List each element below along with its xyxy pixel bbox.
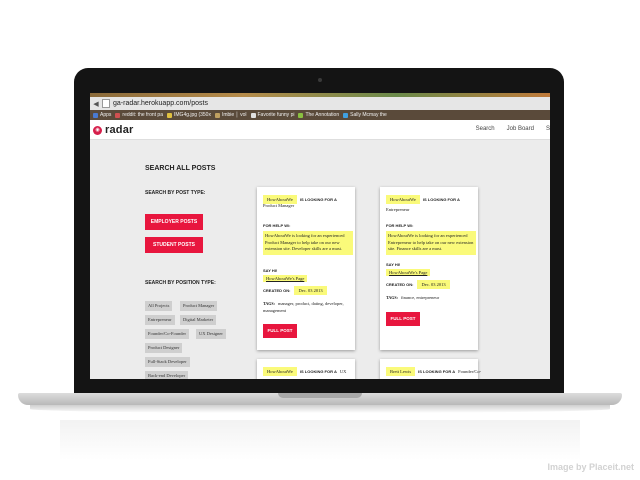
card-header-line: HowAboutWe IS LOOKING FOR A UX: [263, 367, 346, 376]
page-icon: [250, 112, 256, 118]
company-name[interactable]: HowAboutWe: [263, 367, 297, 376]
company-name[interactable]: HowAboutWe: [386, 195, 420, 204]
say-hi-label: SAY HI!: [263, 268, 278, 273]
post-card: HowAboutWe IS LOOKING FOR A Product Mana…: [257, 187, 355, 350]
post-type-heading: SEARCH BY POST TYPE:: [145, 190, 206, 196]
camera-icon: [318, 78, 322, 82]
tag-back-end[interactable]: Back-end Developer: [145, 371, 189, 379]
tag-founder[interactable]: Founder/Co-Founder: [145, 329, 189, 339]
tag-all-projects[interactable]: All Projects: [145, 301, 173, 311]
site-header: ◉ radar Search Job Board S: [90, 120, 550, 140]
page-icon: [102, 99, 110, 108]
page-icon: [343, 112, 349, 118]
position-name: Product Manager: [263, 203, 295, 208]
looking-for-label: IS LOOKING FOR A: [422, 197, 460, 202]
page-icon: [214, 112, 220, 118]
for-help-label: FOR HELP W/:: [263, 223, 291, 228]
card-header-line: Brett Lewis IS LOOKING FOR A Founder/Co-: [386, 367, 481, 376]
laptop-shadow: [30, 405, 610, 413]
student-posts-button[interactable]: STUDENT POSTS: [145, 237, 203, 253]
post-card: Brett Lewis IS LOOKING FOR A Founder/Co-: [380, 359, 481, 379]
position-name: UX: [339, 369, 347, 374]
tags-label: TAGS:: [386, 295, 398, 300]
employer-posts-button[interactable]: EMPLOYER POSTS: [145, 214, 203, 230]
tag-digital-marketer[interactable]: Digital Marketer: [180, 315, 217, 325]
created-on: CREATED ON: Dec. 03 2013: [263, 286, 327, 295]
post-description: HowAboutWe is looking for an experienced…: [386, 231, 476, 255]
bookmark-item[interactable]: Imbie │ vol: [214, 112, 247, 118]
created-on: CREATED ON: Dec. 03 2013: [386, 280, 450, 289]
reddit-icon: [115, 112, 121, 118]
apps-icon: [93, 112, 98, 118]
laptop-notch: [278, 393, 362, 398]
image-icon: [167, 112, 172, 118]
for-help-label: FOR HELP W/:: [386, 223, 414, 228]
radar-logo-icon: ◉: [93, 125, 102, 135]
looking-for-label: IS LOOKING FOR A: [299, 369, 337, 374]
laptop-reflection: [60, 420, 580, 460]
full-post-button[interactable]: FULL POST: [386, 312, 420, 326]
company-name[interactable]: Brett Lewis: [386, 367, 416, 376]
company-page-link[interactable]: HowAboutWe's Page: [263, 275, 308, 282]
say-hi-label: SAY HI!: [386, 262, 401, 267]
looking-for-label: IS LOOKING FOR A: [418, 369, 456, 374]
bookmark-item[interactable]: IMG4g.jpg (350x: [167, 112, 211, 118]
tags-label: TAGS:: [263, 301, 275, 306]
logo-text: radar: [105, 124, 134, 136]
created-date: Dec. 03 2013: [417, 280, 450, 289]
post-tags: TAGS: manager, product, dating, developer…: [263, 301, 351, 314]
created-label: CREATED ON:: [263, 288, 291, 293]
created-label: CREATED ON:: [386, 282, 414, 287]
looking-for-label: IS LOOKING FOR A: [299, 197, 337, 202]
nav-more[interactable]: S: [546, 126, 550, 132]
post-card: HowAboutWe IS LOOKING FOR A Entrepreneur…: [380, 187, 478, 350]
address-bar[interactable]: ◀ ga-radar.herokuapp.com/posts: [90, 97, 550, 110]
page-icon: [298, 112, 304, 118]
bookmark-item[interactable]: Favorite funny pi: [250, 112, 294, 118]
tags-list: manager, product, dating, developer, man…: [263, 301, 344, 313]
position-type-heading: SEARCH BY POSITION TYPE:: [145, 280, 216, 286]
bookmark-item[interactable]: Sally Mcmay the: [343, 112, 387, 118]
bookmark-item[interactable]: reddit: the front pa: [115, 112, 163, 118]
nav-job-board[interactable]: Job Board: [507, 126, 534, 132]
post-card: HowAboutWe IS LOOKING FOR A UX: [257, 359, 355, 379]
nav-search[interactable]: Search: [476, 126, 495, 132]
bookmark-item[interactable]: The Annotation: [298, 112, 339, 118]
tag-ux-designer[interactable]: UX Designer: [196, 329, 226, 339]
tags-list: finance, entrepreneur: [400, 295, 440, 300]
bookmark-item[interactable]: Apps: [93, 112, 111, 118]
bookmarks-bar: Apps reddit: the front pa IMG4g.jpg (350…: [90, 110, 550, 120]
tag-entrepreneur[interactable]: Entrepreneur: [145, 315, 175, 325]
position-name: Founder/Co-: [458, 369, 482, 374]
tag-product-designer[interactable]: Product Designer: [145, 343, 183, 353]
logo[interactable]: ◉ radar: [93, 124, 134, 136]
main-nav: Search Job Board S: [476, 126, 550, 132]
watermark: Image by Placeit.net: [547, 462, 634, 472]
position-name: Entrepreneur: [386, 207, 410, 212]
url-text[interactable]: ga-radar.herokuapp.com/posts: [113, 100, 208, 107]
back-arrow-icon[interactable]: ◀: [90, 100, 102, 108]
tag-product-manager[interactable]: Product Manager: [180, 301, 218, 311]
company-page-link[interactable]: HowAboutWe's Page: [386, 269, 431, 276]
screen: ◀ ga-radar.herokuapp.com/posts Apps redd…: [90, 93, 550, 379]
full-post-button[interactable]: FULL POST: [263, 324, 297, 338]
sidebar-title: SEARCH ALL POSTS: [145, 165, 216, 172]
created-date: Dec. 03 2013: [294, 286, 327, 295]
post-description: HowAboutWe is looking for an experienced…: [263, 231, 353, 255]
card-header-line: HowAboutWe IS LOOKING FOR A: [386, 195, 460, 204]
tag-full-stack[interactable]: Full-Stack Developer: [145, 357, 190, 367]
post-tags: TAGS: finance, entrepreneur: [386, 295, 474, 302]
